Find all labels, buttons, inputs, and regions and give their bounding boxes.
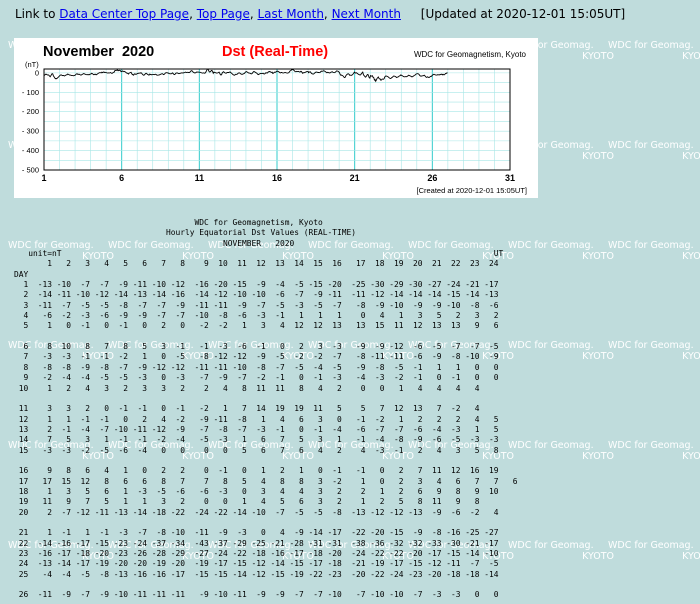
table-row: 13 2 -1 -4 -7 -10 -11 -12 -9 -7 -8 -7 -3… <box>18 424 499 434</box>
link-bar: Link to Data Center Top Page, Top Page, … <box>15 7 626 21</box>
watermark-line1: WDC for Geomag. <box>608 140 694 151</box>
x-tick-label: 26 <box>427 173 437 183</box>
x-tick-label: 31 <box>505 173 515 183</box>
plot-month-title: November 2020 <box>43 44 154 60</box>
table-row: 15 -3 -3 -2 -5 -6 -4 0 0 0 0 5 6 7 6 4 2… <box>18 445 499 455</box>
table-row: 7 -3 -3 -1 -1 -2 1 0 -5 -8 -12 -12 -9 -5… <box>23 352 499 362</box>
watermark-tile: WDC for Geomag.KYOTO <box>608 340 700 362</box>
plot-x-tick-labels: 1 6 11 16 21 26 31 <box>41 173 515 183</box>
table-month: NOVEMBER 2020 <box>223 238 295 248</box>
x-tick-label: 16 <box>272 173 282 183</box>
plot-source-label: WDC for Geomagnetism, Kyoto <box>414 50 527 59</box>
watermark-line1: WDC for Geomag. <box>608 340 694 351</box>
table-row: 2 -14 -11 -10 -12 -14 -13 -14 -16 -14 -1… <box>23 290 499 300</box>
watermark-line1: WDC for Geomag. <box>608 440 694 451</box>
link-last-month[interactable]: Last Month <box>258 7 324 21</box>
table-title: WDC for Geomagnetism, Kyoto <box>194 218 323 227</box>
link-prefix: Link to <box>15 7 56 21</box>
table-subtitle: Hourly Equatorial Dst Values (REAL-TIME) <box>166 228 357 238</box>
table-group-gap <box>14 518 518 528</box>
plot-dst-title: Dst (Real-Time) <box>222 44 328 60</box>
watermark-line1: WDC for Geomag. <box>508 240 594 251</box>
x-tick-label: 6 <box>119 173 124 183</box>
watermark-tile: WDC for Geomag.KYOTO <box>508 540 628 562</box>
y-tick-label: - 500 <box>22 166 39 175</box>
watermark-line2: KYOTO <box>682 351 700 362</box>
table-day-label: DAY <box>14 269 29 279</box>
table-row: 14 7 5 3 1 -1 -1 -2 -4 -5 -3 1 6 7 5 3 1… <box>18 435 499 445</box>
table-row: 1 -13 -10 -7 -7 -9 -11 -10 -12 -16 -20 -… <box>23 280 499 290</box>
table-row: 19 11 9 7 5 1 1 3 2 0 0 1 4 5 6 3 2 1 2 … <box>18 497 480 507</box>
updated-timestamp: [Updated at 2020-12-01 15:05UT] <box>420 7 626 21</box>
watermark-line2: KYOTO <box>582 551 614 562</box>
table-row: 16 9 8 6 4 1 0 2 2 0 -1 0 1 2 1 0 -1 -1 … <box>18 466 499 476</box>
table-row: 3 -11 -7 -5 -5 -8 -7 -7 -9 -11 -11 -9 -7… <box>23 300 499 310</box>
y-tick-label: 0 <box>35 68 39 77</box>
watermark-tile: WDC for Geomag.KYOTO <box>608 440 700 462</box>
table-row: 5 1 0 -1 0 -1 0 2 0 -2 -2 1 3 4 12 12 13… <box>23 321 499 331</box>
watermark-tile: WDC for Geomag.KYOTO <box>608 540 700 562</box>
table-row: 8 -8 -8 -9 -8 -7 -9 -12 -12 -11 -11 -10 … <box>23 362 499 372</box>
table-group-gap <box>14 332 518 342</box>
table-row: 26 -11 -9 -7 -9 -10 -11 -11 -11 -9 -10 -… <box>18 590 499 600</box>
watermark-line1: WDC for Geomag. <box>508 540 594 551</box>
table-row: 9 -2 -4 -4 -5 -5 -3 0 -3 -7 -9 -7 -2 -1 … <box>23 373 499 383</box>
watermark-tile: WDC for Geomag.KYOTO <box>608 240 700 262</box>
table-row: 21 1 -1 1 -1 -3 -7 -8 -10 -11 -9 -3 0 4 … <box>18 528 499 538</box>
table-row: 10 1 2 4 3 2 3 3 2 2 4 8 11 11 8 4 2 0 0… <box>18 383 480 393</box>
watermark-line2: KYOTO <box>582 251 614 262</box>
table-row: 20 2 -7 -12 -11 -13 -14 -18 -22 -24 -22 … <box>18 507 499 517</box>
table-row: 25 -4 -4 -5 -8 -13 -16 -16 -17 -15 -15 -… <box>18 569 499 579</box>
watermark-tile: WDC for Geomag.KYOTO <box>508 240 628 262</box>
link-next-month[interactable]: Next Month <box>332 7 401 21</box>
dst-plot-svg: November 2020 Dst (Real-Time) WDC for Ge… <box>22 44 528 195</box>
link-data-center-top-page[interactable]: Data Center Top Page <box>59 7 189 21</box>
y-tick-label: - 100 <box>22 88 39 97</box>
link-top-page[interactable]: Top Page <box>197 7 250 21</box>
watermark-line1: WDC for Geomag. <box>508 440 594 451</box>
watermark-tile: WDC for Geomag.KYOTO <box>508 340 628 362</box>
dst-table: WDC for Geomagnetism, Kyoto Hourly Equat… <box>14 218 518 601</box>
table-row: 12 1 1 -1 -1 0 2 4 -2 -9 -11 -8 1 4 6 3 … <box>18 414 499 424</box>
y-tick-label: - 200 <box>22 107 39 116</box>
watermark-line2: KYOTO <box>682 551 700 562</box>
watermark-line1: WDC for Geomag. <box>608 40 694 51</box>
watermark-line2: KYOTO <box>682 451 700 462</box>
table-group-gap <box>14 580 518 590</box>
table-hour-header: 1 2 3 4 5 6 7 8 9 10 11 12 13 14 15 16 1… <box>47 259 499 269</box>
watermark-line2: KYOTO <box>682 251 700 262</box>
table-row: 18 1 3 5 6 1 -3 -5 -6 -6 -3 0 3 4 4 3 2 … <box>18 486 499 496</box>
plot-vertical-grid <box>43 69 511 170</box>
y-tick-label: - 400 <box>22 146 39 155</box>
table-row: 24 -13 -14 -17 -19 -20 -20 -19 -20 -19 -… <box>18 559 499 569</box>
watermark-tile: WDC for Geomag.KYOTO <box>508 440 628 462</box>
table-group-gap <box>14 456 518 466</box>
table-row: 23 -16 -17 -18 -20 -23 -26 -28 -29 -27 -… <box>18 549 499 558</box>
dst-plot: November 2020 Dst (Real-Time) WDC for Ge… <box>14 38 538 198</box>
x-tick-label: 1 <box>41 173 46 183</box>
watermark-tile: WDC for Geomag.KYOTO <box>608 140 700 162</box>
table-row: 22 -14 -16 -17 -15 -23 -24 -37 -34 -43 -… <box>18 538 499 548</box>
table-row: 6 8 10 8 7 8 5 3 -1 -1 -3 -6 -1 0 2 3 -3… <box>23 342 499 352</box>
watermark-line1: WDC for Geomag. <box>608 240 694 251</box>
watermark-line2: KYOTO <box>682 51 700 62</box>
watermark-line2: KYOTO <box>582 351 614 362</box>
watermark-tile: WDC for Geomag.KYOTO <box>608 40 700 62</box>
table-row: 17 17 15 12 8 6 6 8 7 7 8 5 4 8 8 3 -2 1… <box>18 476 518 486</box>
table-group-gap <box>14 394 518 404</box>
watermark-line1: WDC for Geomag. <box>508 340 594 351</box>
table-unit-row: unit=nT UT <box>28 249 504 259</box>
plot-y-tick-labels: 0 - 100 - 200 - 300 - 400 - 500 <box>22 68 39 174</box>
table-row: 11 3 3 2 0 -1 -1 0 -1 -2 1 7 14 19 19 11… <box>18 404 480 414</box>
y-tick-label: - 300 <box>22 127 39 136</box>
x-tick-label: 11 <box>195 173 205 183</box>
watermark-line2: KYOTO <box>582 451 614 462</box>
plot-created-label: [Created at 2020-12-01 15:05UT] <box>417 186 528 195</box>
watermark-line1: WDC for Geomag. <box>608 540 694 551</box>
table-row: 4 -6 -2 -3 -6 -9 -9 -7 -7 -10 -8 -6 -3 -… <box>23 311 499 321</box>
watermark-line2: KYOTO <box>682 151 700 162</box>
x-tick-label: 21 <box>350 173 360 183</box>
